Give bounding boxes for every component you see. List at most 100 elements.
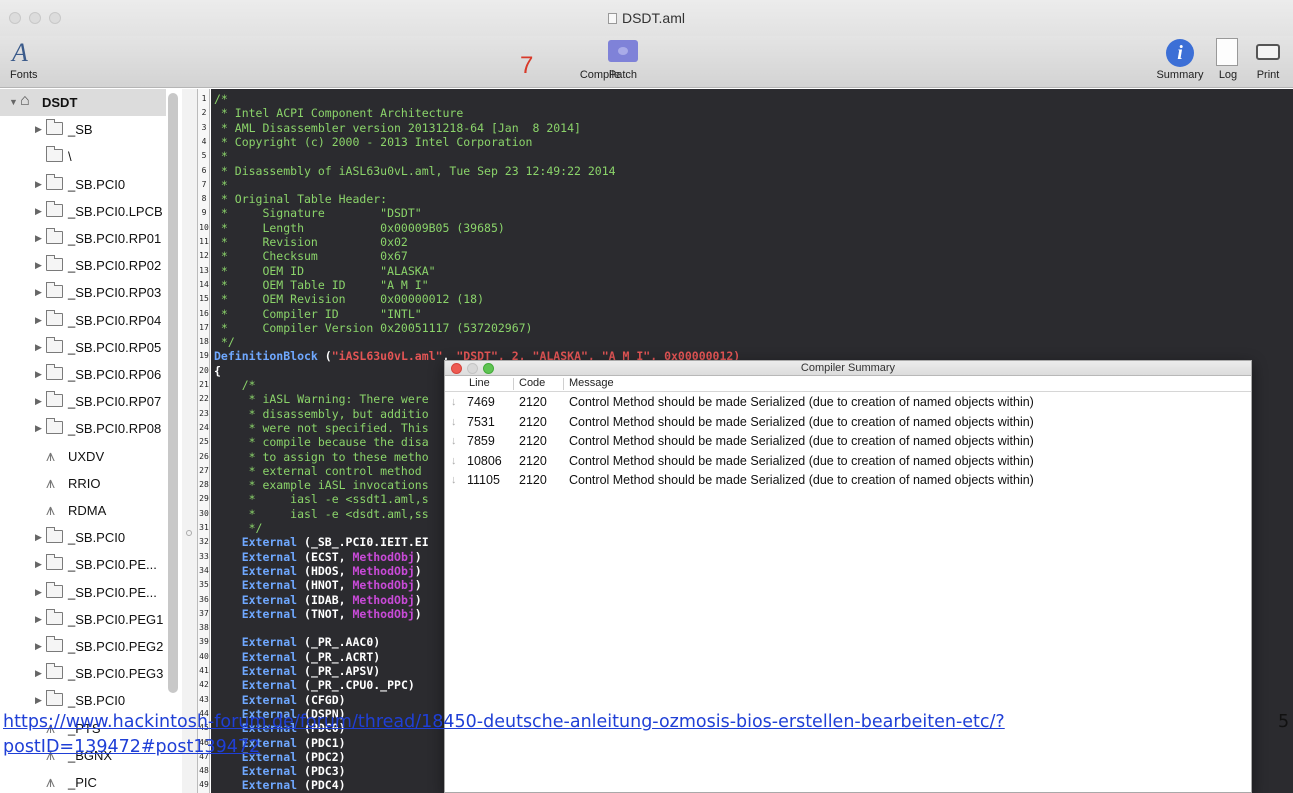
disclosure-closed-icon[interactable]: ▶: [35, 315, 42, 326]
code-line: * Checksum 0x67: [214, 249, 408, 264]
disclosure-closed-icon[interactable]: ▶: [35, 587, 42, 598]
sidebar-item[interactable]: ▶ _SB.PCI0.RP01: [0, 225, 166, 252]
disclosure-closed-icon[interactable]: ▶: [35, 179, 42, 190]
disclosure-closed-icon[interactable]: ▶: [35, 695, 42, 706]
disclosure-closed-icon[interactable]: ▶: [35, 260, 42, 271]
sidebar-item[interactable]: ▶ _SB.PCI0: [0, 171, 166, 198]
sidebar-item[interactable]: ⩚ _PIC: [0, 769, 166, 793]
sidebar-item[interactable]: ▶ _SB.PCI0.RP05: [0, 334, 166, 361]
sidebar-scrollbar[interactable]: [168, 93, 178, 693]
column-header-message[interactable]: Message: [569, 377, 614, 389]
summary-row[interactable]: ↓ 7469 2120 Control Method should be made S…: [445, 393, 1251, 412]
sidebar-item[interactable]: ▶ _SB.PCI0: [0, 524, 166, 551]
sidebar-item[interactable]: ▶ _SB.PCI0.PEG1: [0, 606, 166, 633]
summary-row[interactable]: ↓ 7859 2120 Control Method should be made S…: [445, 432, 1251, 451]
sidebar-item-label: _SB.PCI0.RP02: [68, 258, 162, 274]
sidebar-item[interactable]: ⩚ RDMA: [0, 497, 166, 524]
summary-button[interactable]: i Summary: [1150, 36, 1210, 86]
folder-icon: [46, 255, 63, 272]
column-separator: [513, 378, 514, 390]
compiler-summary-title: Compiler Summary: [800, 362, 896, 374]
sidebar-item[interactable]: ⩚ RRIO: [0, 470, 166, 497]
disclosure-open-icon[interactable]: ▼: [9, 97, 18, 107]
folder-icon: [46, 282, 63, 299]
sidebar-item[interactable]: ▶ _SB.PCI0.PE...: [0, 551, 166, 578]
sidebar-item-label: _SB.PCI0.RP06: [68, 367, 162, 382]
sidebar-item[interactable]: ▶ _SB.PCI0.PE...: [0, 579, 166, 606]
summary-line: 7859: [467, 434, 495, 448]
fonts-button[interactable]: A Fonts: [8, 36, 40, 86]
disclosure-closed-icon[interactable]: ▶: [35, 369, 42, 380]
sidebar-item[interactable]: ▶ _SB.PCI0.LPCB: [0, 198, 166, 225]
print-button[interactable]: Print: [1250, 36, 1286, 86]
code-token: (_PR_.ACRT): [297, 649, 381, 664]
iasl-window: DSDT.aml A Fonts 7 Compile Patch i Summa…: [0, 0, 1293, 793]
disclosure-closed-icon[interactable]: ▶: [35, 342, 42, 353]
keyword-token: External: [214, 563, 298, 578]
sidebar-item[interactable]: ▶ _SB.PCI0.PEG3: [0, 660, 166, 687]
keyword-token: External: [214, 764, 298, 779]
sidebar-item[interactable]: ⩚ UXDV: [0, 443, 166, 470]
summary-message: Control Method should be made Serialized…: [569, 473, 1034, 487]
sidebar-item[interactable]: ▶ _SB.PCI0.RP03: [0, 279, 166, 306]
code-line: /*: [214, 92, 228, 106]
disclosure-closed-icon[interactable]: ▶: [35, 614, 42, 625]
disclosure-closed-icon[interactable]: ▶: [35, 287, 42, 298]
column-header-line[interactable]: Line: [469, 377, 490, 389]
sidebar-item-label: _SB.PCI0.PEG1: [68, 611, 164, 627]
sidebar-item[interactable]: ▼ ⌂ DSDT: [0, 89, 166, 116]
summary-row[interactable]: ↓ 7531 2120 Control Method should be made S…: [445, 413, 1251, 432]
code-line: * compile because the disa: [214, 435, 429, 450]
disclosure-closed-icon[interactable]: ▶: [35, 206, 42, 217]
line-number: 34: [199, 565, 209, 575]
sidebar-item[interactable]: \: [0, 143, 166, 170]
line-number: 37: [199, 608, 209, 618]
minimize-summary-button[interactable]: [467, 363, 478, 374]
code-token: (_SB_.PCI0.IEIT.EI: [297, 535, 429, 550]
keyword-token: External: [214, 778, 298, 793]
sidebar-item[interactable]: ▶ _SB.PCI0.RP08: [0, 415, 166, 442]
window-title: DSDT.aml: [0, 10, 1293, 26]
column-header-code[interactable]: Code: [519, 377, 545, 389]
line-number: 18: [199, 337, 209, 347]
code-line: External (_PR_.CPU0._PPC): [214, 678, 415, 692]
disclosure-closed-icon[interactable]: ▶: [35, 396, 42, 407]
sidebar-item[interactable]: ▶ _SB.PCI0.RP06: [0, 361, 166, 388]
summary-row[interactable]: ↓ 10806 2120 Control Method should be made …: [445, 452, 1251, 471]
type-token: MethodObj: [352, 592, 415, 607]
line-number: 11: [199, 237, 209, 246]
sidebar-item[interactable]: ▶ _SB: [0, 116, 166, 143]
column-separator: [563, 378, 564, 390]
type-token: MethodObj: [352, 563, 415, 578]
disclosure-closed-icon[interactable]: ▶: [35, 559, 42, 570]
splitter-gutter[interactable]: [182, 89, 198, 793]
disclosure-closed-icon[interactable]: ▶: [35, 124, 42, 135]
sidebar-item[interactable]: ▶ _SB.PCI0.PEG2: [0, 633, 166, 660]
log-button[interactable]: Log: [1210, 36, 1246, 86]
line-number: 9: [201, 208, 207, 218]
disclosure-closed-icon[interactable]: ▶: [35, 641, 42, 652]
sidebar-item[interactable]: ▶ _SB.PCI0.RP04: [0, 307, 166, 334]
splitter-handle-icon[interactable]: [186, 530, 192, 536]
summary-line: 7531: [467, 414, 495, 429]
line-number: 38: [199, 623, 209, 633]
method-icon: ⩚: [46, 772, 56, 791]
patch-button[interactable]: Patch: [604, 36, 642, 86]
code-line: External (HNOT, MethodObj): [214, 578, 422, 592]
zoom-summary-button[interactable]: [483, 363, 494, 374]
summary-row[interactable]: ↓ 11105 2120 Control Method should be made …: [445, 471, 1251, 490]
code-token: (CFGD): [297, 692, 346, 707]
disclosure-closed-icon[interactable]: ▶: [35, 233, 42, 244]
close-summary-button[interactable]: [451, 363, 462, 374]
forum-source-link[interactable]: https://www.hackintosh-forum.de/forum/th…: [3, 710, 1233, 760]
code-line: * external control method: [214, 463, 422, 478]
disclosure-closed-icon[interactable]: ▶: [35, 423, 42, 434]
line-number: 2: [201, 108, 207, 118]
window-title-text: DSDT.aml: [621, 10, 685, 26]
disclosure-closed-icon[interactable]: ▶: [35, 668, 42, 679]
line-number: 16: [199, 308, 209, 318]
sidebar-item[interactable]: ▶ _SB.PCI0.RP02: [0, 252, 166, 279]
line-number: 36: [199, 594, 209, 604]
sidebar-item[interactable]: ▶ _SB.PCI0.RP07: [0, 388, 166, 415]
disclosure-closed-icon[interactable]: ▶: [35, 532, 42, 543]
